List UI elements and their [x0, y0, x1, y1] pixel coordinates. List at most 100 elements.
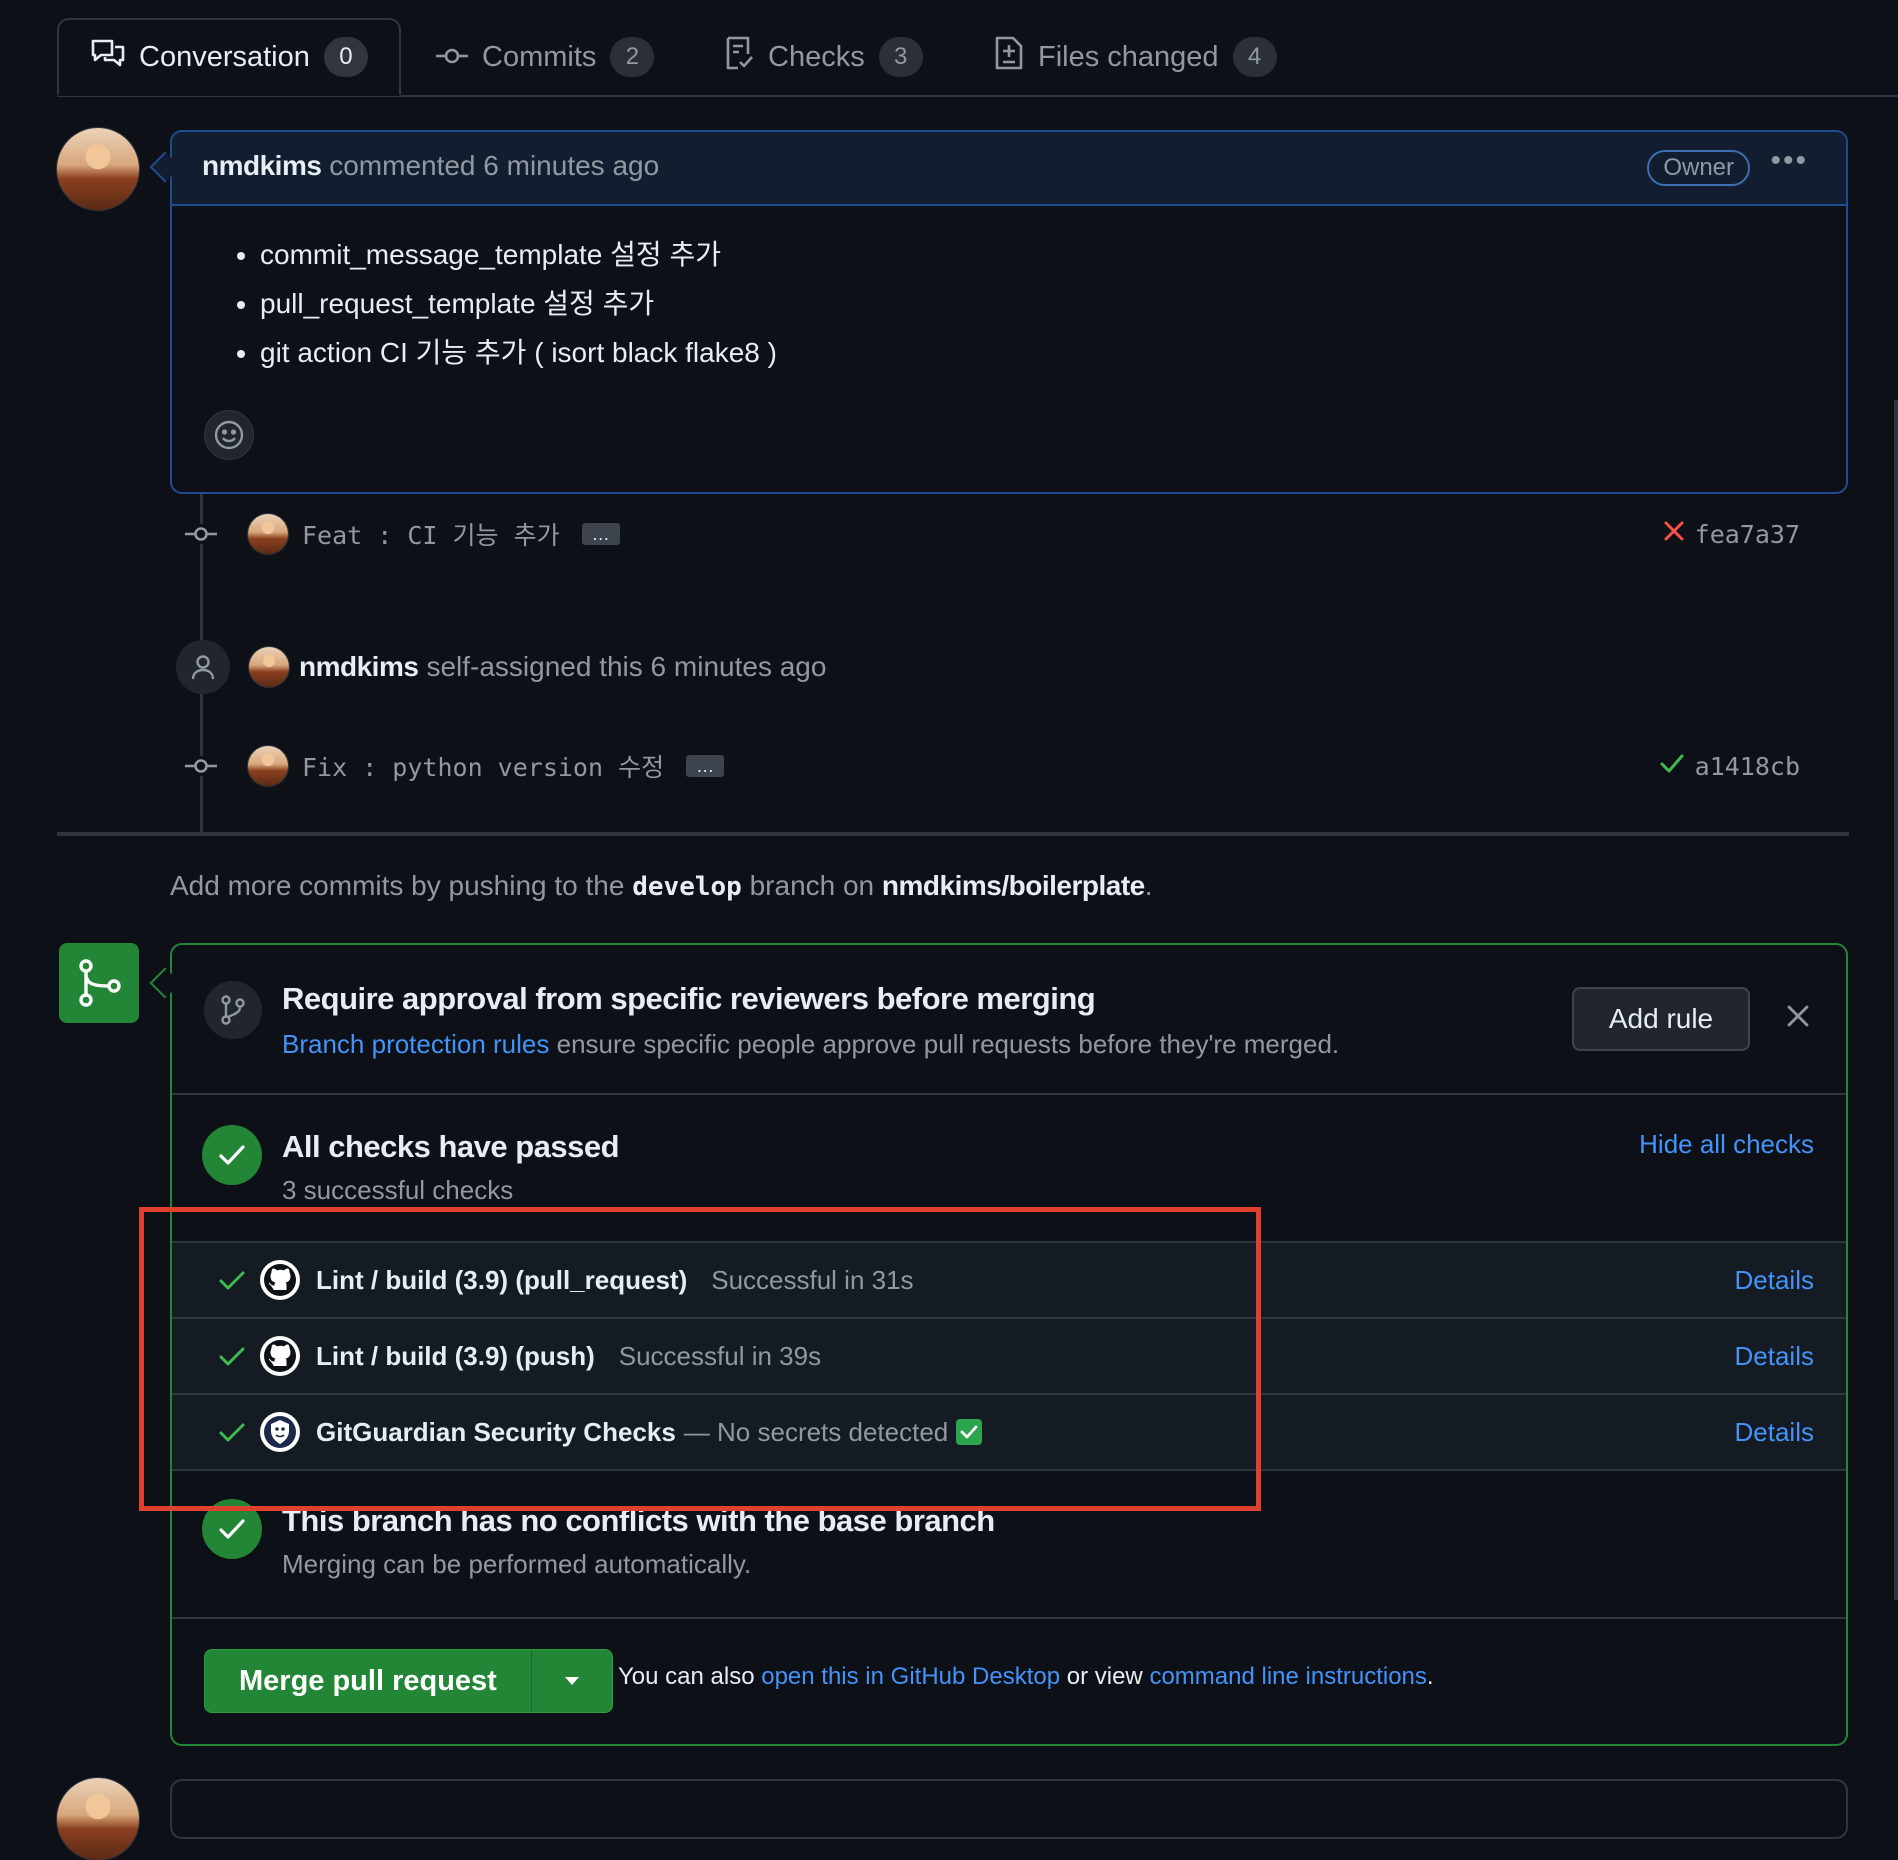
push-note-prefix: Add more commits by pushing to the — [170, 870, 625, 901]
hide-all-checks-link[interactable]: Hide all checks — [1639, 1129, 1814, 1160]
check-circle-icon — [202, 1125, 262, 1185]
branch-name: develop — [632, 872, 742, 902]
smiley-icon[interactable] — [204, 410, 254, 460]
checks-title: All checks have passed — [282, 1129, 620, 1164]
list-item: git action CI 기능 추가 ( isort black flake8… — [260, 328, 777, 377]
add-rule-button[interactable]: Add rule — [1572, 987, 1750, 1051]
merge-box: Require approval from specific reviewers… — [170, 943, 1848, 1746]
person-icon — [176, 640, 230, 694]
comment-box — [170, 1779, 1848, 1839]
details-link[interactable]: Details — [1735, 1341, 1814, 1372]
assigned-text: self-assigned this 6 minutes ago — [426, 651, 827, 682]
tab-conversation[interactable]: Conversation 0 — [57, 18, 401, 96]
rule-description: Branch protection rules ensure specific … — [282, 1029, 1339, 1060]
check-icon — [218, 1345, 248, 1367]
git-commit-icon — [180, 524, 222, 544]
details-link[interactable]: Details — [1735, 1417, 1814, 1448]
check-name[interactable]: Lint / build (3.9) (pull_request) — [316, 1265, 687, 1296]
commit-message[interactable]: Fix : python version 수정 — [302, 748, 664, 784]
triangle-down-icon[interactable] — [532, 1650, 612, 1712]
tab-commits[interactable]: Commits 2 — [436, 18, 655, 96]
expand-ellipsis-button[interactable]: … — [686, 755, 725, 777]
github-logo-icon — [260, 1260, 300, 1300]
commit-avatar[interactable] — [248, 746, 288, 786]
git-commit-icon — [180, 756, 222, 776]
section-divider — [172, 1469, 1846, 1471]
commit-avatar[interactable] — [248, 514, 288, 554]
git-commit-icon — [436, 41, 468, 74]
tab-label: Files changed — [1038, 40, 1219, 73]
comment-discussion-icon — [91, 38, 125, 76]
comment-body: commit_message_template 설정 추가 pull_reque… — [232, 230, 777, 377]
comment-time: commented 6 minutes ago — [329, 150, 660, 181]
gitguardian-logo-icon — [260, 1412, 300, 1452]
check-row: Lint / build (3.9) (pull_request) Succes… — [172, 1243, 1846, 1317]
commit-sha[interactable]: a1418cb — [1659, 752, 1800, 781]
github-desktop-link[interactable]: open this in GitHub Desktop — [761, 1663, 1060, 1690]
rule-text: ensure specific people approve pull requ… — [556, 1029, 1340, 1059]
github-logo-icon — [260, 1336, 300, 1376]
scrollbar-edge — [1894, 400, 1898, 1600]
assignee-avatar[interactable] — [249, 647, 289, 687]
merge-pull-request-button[interactable]: Merge pull request — [205, 1650, 532, 1712]
git-merge-icon — [59, 943, 139, 1023]
merge-note-suffix: . — [1426, 1663, 1434, 1690]
check-row: GitGuardian Security Checks — No secrets… — [172, 1395, 1846, 1469]
conflicts-subtitle: Merging can be performed automatically. — [282, 1549, 752, 1579]
check-mark-emoji — [956, 1419, 983, 1445]
check-status: Successful in 39s — [618, 1340, 822, 1371]
section-divider — [172, 1617, 1846, 1619]
comment-meta: nmdkims commented 6 minutes ago — [202, 150, 659, 182]
author-avatar[interactable] — [57, 128, 139, 210]
branch-protection-link[interactable]: Branch protection rules — [282, 1029, 549, 1059]
close-icon[interactable] — [1786, 999, 1810, 1036]
tab-label: Checks — [768, 40, 865, 73]
commit-row: Feat : CI 기능 추가 … fea7a37 — [180, 509, 1850, 559]
commit-sha[interactable]: fea7a37 — [1663, 520, 1800, 549]
tab-label: Conversation — [139, 40, 310, 73]
assignee-name[interactable]: nmdkims — [299, 651, 419, 683]
sha-text[interactable]: fea7a37 — [1695, 520, 1800, 549]
repo-link[interactable]: nmdkims/boilerplate — [882, 870, 1145, 901]
author-avatar[interactable] — [57, 1778, 139, 1860]
tab-counter: 0 — [323, 37, 368, 77]
check-icon[interactable] — [1659, 752, 1685, 781]
merge-note: You can also open this in GitHub Desktop… — [618, 1663, 1434, 1691]
tab-files-changed[interactable]: Files changed 4 — [994, 18, 1277, 96]
list-item: pull_request_template 설정 추가 — [260, 279, 777, 328]
x-icon[interactable] — [1663, 520, 1685, 549]
details-link[interactable]: Details — [1735, 1265, 1814, 1296]
commit-message[interactable]: Feat : CI 기능 추가 — [302, 516, 560, 552]
git-branch-icon — [204, 981, 262, 1039]
merge-button-group: Merge pull request — [204, 1649, 613, 1713]
check-circle-icon — [202, 1499, 262, 1559]
rule-title: Require approval from specific reviewers… — [282, 981, 1096, 1016]
tab-label: Commits — [482, 40, 597, 73]
commit-row: Fix : python version 수정 … a1418cb — [180, 741, 1850, 791]
comment-author[interactable]: nmdkims — [202, 150, 322, 181]
self-assigned-event: nmdkims self-assigned this 6 minutes ago — [249, 642, 826, 692]
check-icon — [218, 1269, 248, 1291]
comment-header: nmdkims commented 6 minutes ago Owner ••… — [172, 132, 1846, 206]
checklist-icon — [724, 36, 754, 78]
command-line-link[interactable]: command line instructions — [1149, 1663, 1426, 1690]
tab-checks[interactable]: Checks 3 — [724, 18, 923, 96]
sha-text[interactable]: a1418cb — [1695, 752, 1800, 781]
tab-counter: 2 — [610, 37, 655, 77]
check-name[interactable]: GitGuardian Security Checks — [316, 1417, 676, 1448]
push-note-suffix: . — [1144, 870, 1153, 901]
list-item: commit_message_template 설정 추가 — [260, 230, 777, 279]
check-icon — [218, 1421, 248, 1443]
owner-badge: Owner — [1647, 150, 1750, 186]
file-diff-icon — [994, 36, 1024, 78]
section-divider — [172, 1093, 1846, 1095]
comment-box: nmdkims commented 6 minutes ago Owner ••… — [170, 130, 1848, 494]
conflicts-title: This branch has no conflicts with the ba… — [282, 1503, 995, 1538]
kebab-horizontal-icon[interactable]: ••• — [1770, 144, 1808, 178]
timeline-divider — [57, 832, 1849, 836]
check-row: Lint / build (3.9) (push) Successful in … — [172, 1319, 1846, 1393]
check-name[interactable]: Lint / build (3.9) (push) — [316, 1341, 595, 1372]
merge-note-prefix: You can also — [618, 1663, 755, 1690]
expand-ellipsis-button[interactable]: … — [581, 523, 620, 545]
merge-note-middle: or view — [1066, 1663, 1143, 1690]
